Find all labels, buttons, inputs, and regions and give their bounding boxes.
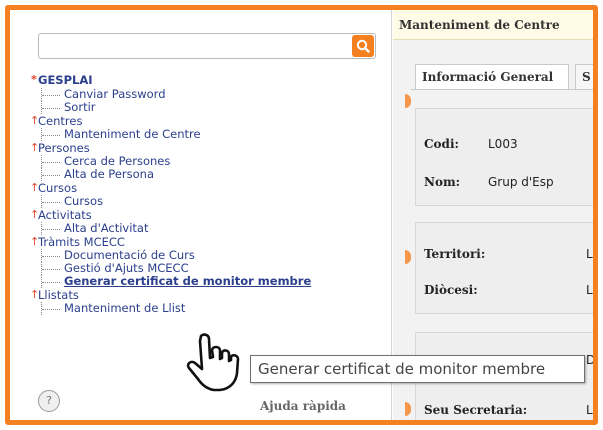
arrow-up-icon: ↑ — [30, 141, 40, 154]
menu-group-tramits[interactable]: ↑ Tràmits MCECC — [30, 235, 380, 249]
arrow-up-icon: ↑ — [30, 288, 40, 301]
collapse-notch[interactable] — [405, 94, 411, 108]
menu-group-cursos[interactable]: ↑ Cursos — [30, 181, 380, 195]
tab-secondary[interactable]: S — [575, 64, 593, 90]
menu-item-manteniment-llistats[interactable]: Manteniment de Llist — [30, 302, 380, 315]
arrow-up-icon: ↑ — [30, 235, 40, 248]
tab-informacio-general[interactable]: Informació General — [415, 64, 569, 90]
page-title: Manteniment de Centre — [399, 18, 560, 32]
arrow-up-icon: ↑ — [30, 114, 40, 127]
info-section-1: Codi: L003 Nom: Grup d'Esp — [415, 108, 593, 206]
tooltip: Generar certificat de monitor membre — [250, 355, 585, 383]
arrow-up-icon: ↑ — [30, 208, 40, 221]
field-value: L003 — [488, 137, 518, 151]
nav-menu: * GESPLAI Canviar Password Sortir ↑ Cent… — [30, 72, 380, 315]
menu-group-gesplai[interactable]: * GESPLAI — [30, 72, 380, 88]
collapse-notch[interactable] — [405, 402, 411, 416]
hand-pointer-icon — [186, 333, 240, 392]
menu-item-alta-persona[interactable]: Alta de Persona — [30, 168, 380, 181]
help-icon[interactable]: ? — [38, 390, 60, 412]
menu-group-activitats[interactable]: ↑ Activitats — [30, 208, 380, 222]
search-box — [38, 33, 376, 59]
menu-group-llistats[interactable]: ↑ Llistats — [30, 288, 380, 302]
menu-item-manteniment-centre[interactable]: Manteniment de Centre — [30, 128, 380, 141]
menu-item-sortir[interactable]: Sortir — [30, 101, 380, 114]
content-header: Manteniment de Centre — [393, 10, 593, 40]
help-label[interactable]: Ajuda ràpida — [260, 399, 346, 413]
field-label: Seu Secretaria: — [424, 403, 528, 417]
menu-item-alta-activitat[interactable]: Alta d'Activitat — [30, 222, 380, 235]
field-label: Diòcesi: — [424, 283, 478, 297]
asterisk-icon: * — [31, 73, 37, 86]
menu-group-label: GESPLAI — [38, 73, 93, 87]
field-value: Ll — [586, 283, 597, 297]
search-button[interactable] — [352, 35, 374, 57]
field-label: Territori: — [424, 247, 486, 261]
field-value: Grup d'Esp — [488, 175, 554, 189]
menu-group-centres[interactable]: ↑ Centres — [30, 114, 380, 128]
field-value: L — [586, 403, 593, 417]
menu-item-generar-certificat[interactable]: Generar certificat de monitor membre — [30, 275, 380, 288]
collapse-notch[interactable] — [405, 250, 411, 264]
arrow-up-icon: ↑ — [30, 181, 40, 194]
menu-group-persones[interactable]: ↑ Persones — [30, 141, 380, 155]
search-input[interactable] — [39, 34, 351, 58]
field-value: Ll — [586, 247, 597, 261]
field-label: Nom: — [424, 175, 461, 189]
menu-item-cursos[interactable]: Cursos — [30, 195, 380, 208]
info-section-2: Territori: Ll Diòcesi: Ll — [415, 222, 597, 314]
field-label: Codi: — [424, 137, 459, 151]
search-icon — [356, 39, 370, 53]
field-value: D — [586, 353, 596, 367]
